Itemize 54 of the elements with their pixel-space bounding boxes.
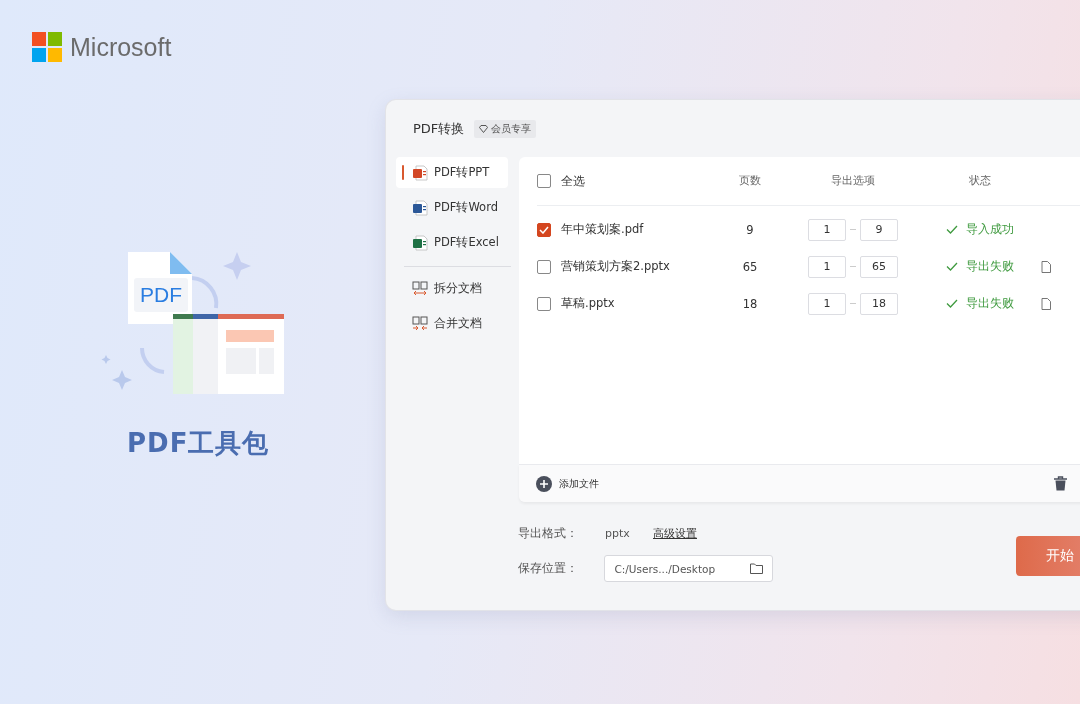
file-name: 年中策划案.pdf	[561, 222, 644, 237]
column-header: 页数	[738, 174, 762, 188]
check-icon	[945, 299, 958, 308]
column-header: 导出选项	[830, 174, 876, 188]
advanced-settings-link[interactable]: 高级设置	[653, 526, 697, 541]
sidebar-item[interactable]: PDF转Excel	[396, 227, 508, 258]
format-label: 导出格式：	[518, 526, 579, 541]
page-count: 9	[745, 222, 755, 237]
folder-icon	[750, 563, 764, 574]
merge-icon	[412, 315, 428, 332]
status-text: 导入成功	[965, 222, 1014, 237]
split-icon	[412, 280, 428, 297]
file-name: 草稿.pptx	[561, 296, 615, 311]
window-title: PDF转换	[413, 120, 465, 138]
checkbox[interactable]	[537, 222, 551, 237]
document-icon[interactable]	[1041, 260, 1051, 273]
plus-icon	[536, 475, 552, 492]
trash-icon[interactable]	[1054, 476, 1067, 491]
file-type-icon	[412, 164, 428, 181]
select-all-label: 全选	[561, 172, 585, 190]
sidebar-item[interactable]: PDF转Word	[396, 192, 508, 223]
page-count: 65	[741, 259, 759, 274]
page-from-field[interactable]: 1	[808, 292, 846, 315]
diamond-icon	[479, 125, 489, 133]
checkbox[interactable]	[537, 174, 551, 188]
check-icon	[945, 225, 958, 234]
page-to-field[interactable]: 18	[860, 292, 898, 315]
sidebar-item[interactable]: 拆分文档	[396, 273, 508, 304]
format-value: pptx	[605, 527, 631, 540]
file-name: 营销策划方案2.pptx	[561, 259, 670, 274]
page-to-field[interactable]: 9	[860, 218, 898, 241]
page-count: 18	[741, 296, 759, 311]
checkbox[interactable]	[537, 259, 551, 274]
badge-text: 会员专享	[491, 122, 532, 136]
column-header: 状态	[967, 174, 992, 188]
sidebar-item[interactable]: PDF转PPT	[396, 157, 508, 188]
page-to-field[interactable]: 65	[860, 255, 898, 278]
logo-icon	[32, 32, 62, 62]
file-type-icon	[412, 199, 428, 216]
status-text: 导出失败	[965, 259, 1014, 274]
add-file-button[interactable]: 添加文件	[536, 475, 599, 492]
checkbox[interactable]	[537, 296, 551, 311]
file-type-icon	[412, 234, 428, 251]
status-text: 导出失败	[965, 296, 1014, 311]
sidebar-item[interactable]: 合并文档	[396, 308, 508, 339]
illustration-label: PDF	[140, 283, 182, 307]
save-location-field[interactable]: C:/Users.../Desktop	[604, 555, 774, 582]
location-label: 保存位置：	[518, 561, 579, 576]
document-icon[interactable]	[1041, 297, 1051, 310]
page-from-field[interactable]: 1	[808, 218, 846, 241]
hero-title: PDF工具包	[127, 427, 271, 460]
brand-name: Microsoft	[70, 32, 172, 62]
check-icon	[945, 262, 958, 271]
page-from-field[interactable]: 1	[808, 255, 846, 278]
